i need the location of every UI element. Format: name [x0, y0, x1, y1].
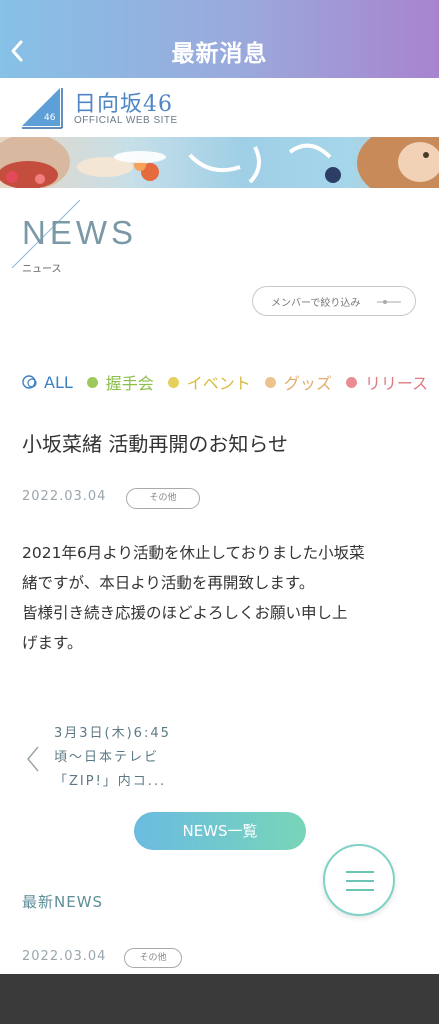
category-tab-release[interactable]: リリース	[345, 370, 429, 394]
article-body-line: 緒ですが、本日より活動を再開致します。	[22, 574, 315, 592]
article-body-line: 2021年6月より活動を休止しておりました小坂菜	[22, 544, 365, 562]
menu-icon-bar	[346, 880, 374, 882]
logo-name: 日向坂46	[74, 92, 173, 117]
section-subheading: ニュース	[22, 264, 62, 275]
logo-mark-icon	[22, 88, 63, 129]
category-label: ALL	[44, 372, 73, 392]
article-body: 2021年6月より活動を休止しておりました小坂菜 緒ですが、本日より活動を再開致…	[22, 538, 422, 658]
news-list-button[interactable]: NEWS一覧	[134, 812, 306, 850]
article-body-line: 皆様引き続き応援のほどよろしくお願い申し上	[22, 604, 348, 622]
menu-icon-bar	[346, 871, 374, 873]
category-tab-event[interactable]: イベント	[167, 370, 251, 394]
member-filter-label: メンバーで絞り込み	[271, 297, 361, 309]
bottom-bar	[0, 974, 439, 1024]
member-filter-button[interactable]: メンバーで絞り込み	[252, 286, 416, 316]
previous-article-line: 3月3日(木)6:45	[54, 726, 171, 741]
banner-image	[0, 137, 439, 188]
category-tab-all[interactable]: ALL	[22, 370, 73, 394]
page-title: 最新消息	[171, 41, 268, 67]
slider-toggle-icon	[377, 300, 401, 304]
latest-news-tag: その他	[124, 948, 182, 968]
article-body-line: げます。	[22, 634, 83, 652]
previous-article-line: 「ZIP!」内コ...	[54, 774, 167, 789]
category-label: グッズ	[283, 374, 332, 393]
article-category-tag: その他	[126, 488, 200, 509]
section-heading: NEWS	[22, 214, 137, 251]
article-date: 2022.03.04	[22, 489, 107, 504]
latest-news-date: 2022.03.04	[22, 949, 107, 964]
category-label: リリース	[364, 374, 429, 393]
category-label: イベント	[186, 374, 251, 393]
all-icon	[22, 375, 37, 389]
category-dot	[86, 376, 98, 388]
menu-icon-bar	[346, 889, 374, 891]
category-dot	[345, 376, 357, 388]
previous-article-line: 頃～日本テレビ	[54, 750, 160, 765]
site-logo[interactable]: 46 日向坂46 OFFICIAL WEB SITE	[22, 86, 222, 130]
category-label: 握手会	[105, 374, 154, 393]
hamburger-menu-button[interactable]	[323, 844, 395, 916]
top-bar: 最新消息	[0, 0, 439, 78]
latest-news-heading: 最新NEWS	[22, 893, 104, 911]
category-dot	[167, 376, 179, 388]
logo-subtitle: OFFICIAL WEB SITE	[74, 115, 178, 126]
category-tab-goods[interactable]: グッズ	[264, 370, 332, 394]
chevron-left-icon[interactable]	[24, 744, 42, 774]
category-tabs: ALL 握手会 イベント グッズ リリース	[22, 370, 439, 394]
category-dot	[264, 376, 276, 388]
category-tab-handshake[interactable]: 握手会	[86, 370, 154, 394]
previous-article-link[interactable]: 3月3日(木)6:45 頃～日本テレビ 「ZIP!」内コ...	[54, 722, 224, 794]
article-title: 小坂菜緒 活動再開のお知らせ	[22, 432, 288, 456]
logo-mark-number: 46	[44, 113, 56, 123]
